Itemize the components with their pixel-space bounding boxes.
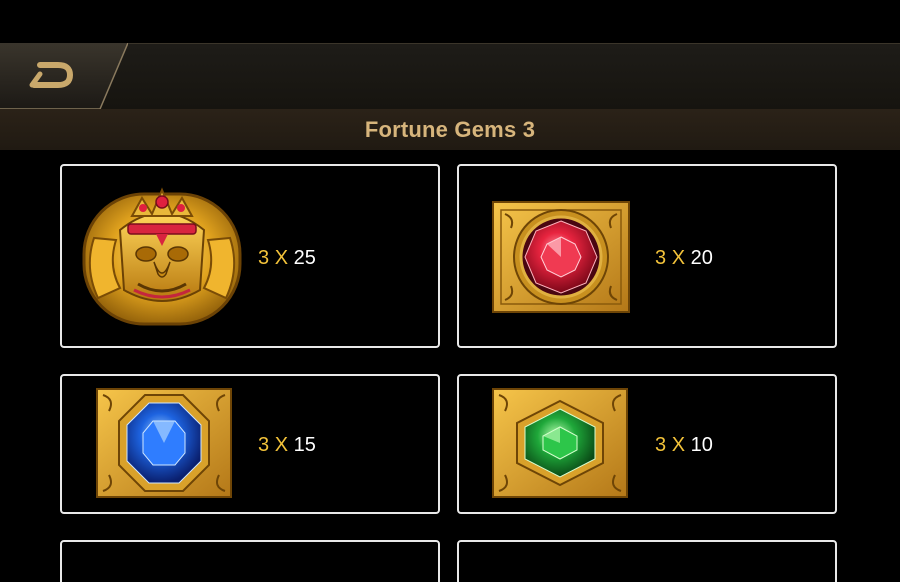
- multiplier-sign: X: [274, 247, 289, 269]
- symbol-count: 3: [655, 434, 667, 456]
- payout-value: 25: [293, 247, 316, 269]
- payout-label: 3 X 15: [258, 434, 316, 457]
- payout-value: 10: [690, 434, 713, 456]
- multiplier-sign: X: [671, 247, 686, 269]
- payout-value: 15: [293, 434, 316, 456]
- header-bar: [0, 43, 900, 110]
- paytable-card-emerald: 3 X 10: [457, 374, 837, 514]
- page-title: Fortune Gems 3: [364, 117, 536, 142]
- payout-label: 3 X 10: [655, 434, 713, 457]
- back-arrow-icon: [0, 43, 128, 109]
- paytable-screen: … the leftmost reel.: [0, 0, 900, 582]
- payout-label: 3 X 25: [258, 247, 316, 270]
- back-button[interactable]: [0, 43, 128, 109]
- paytable-card-garuda: 3 X 25: [60, 164, 440, 348]
- sapphire-gem-icon: [95, 387, 233, 504]
- paytable-card-partial: [60, 540, 440, 582]
- paytable-card-ruby: 3 X 20: [457, 164, 837, 348]
- multiplier-sign: X: [671, 434, 686, 456]
- payout-value: 20: [690, 247, 713, 269]
- ruby-gem-icon: [491, 200, 631, 319]
- top-header: Fortune Gems 3: [0, 43, 900, 150]
- symbol-count: 3: [655, 247, 667, 269]
- symbol-count: 3: [258, 434, 270, 456]
- multiplier-sign: X: [274, 434, 289, 456]
- garuda-mask-icon: [80, 178, 244, 338]
- symbol-count: 3: [258, 247, 270, 269]
- payout-label: 3 X 20: [655, 247, 713, 270]
- paytable-card-sapphire: 3 X 15: [60, 374, 440, 514]
- emerald-gem-icon: [491, 387, 629, 504]
- paytable-card-partial: [457, 540, 837, 582]
